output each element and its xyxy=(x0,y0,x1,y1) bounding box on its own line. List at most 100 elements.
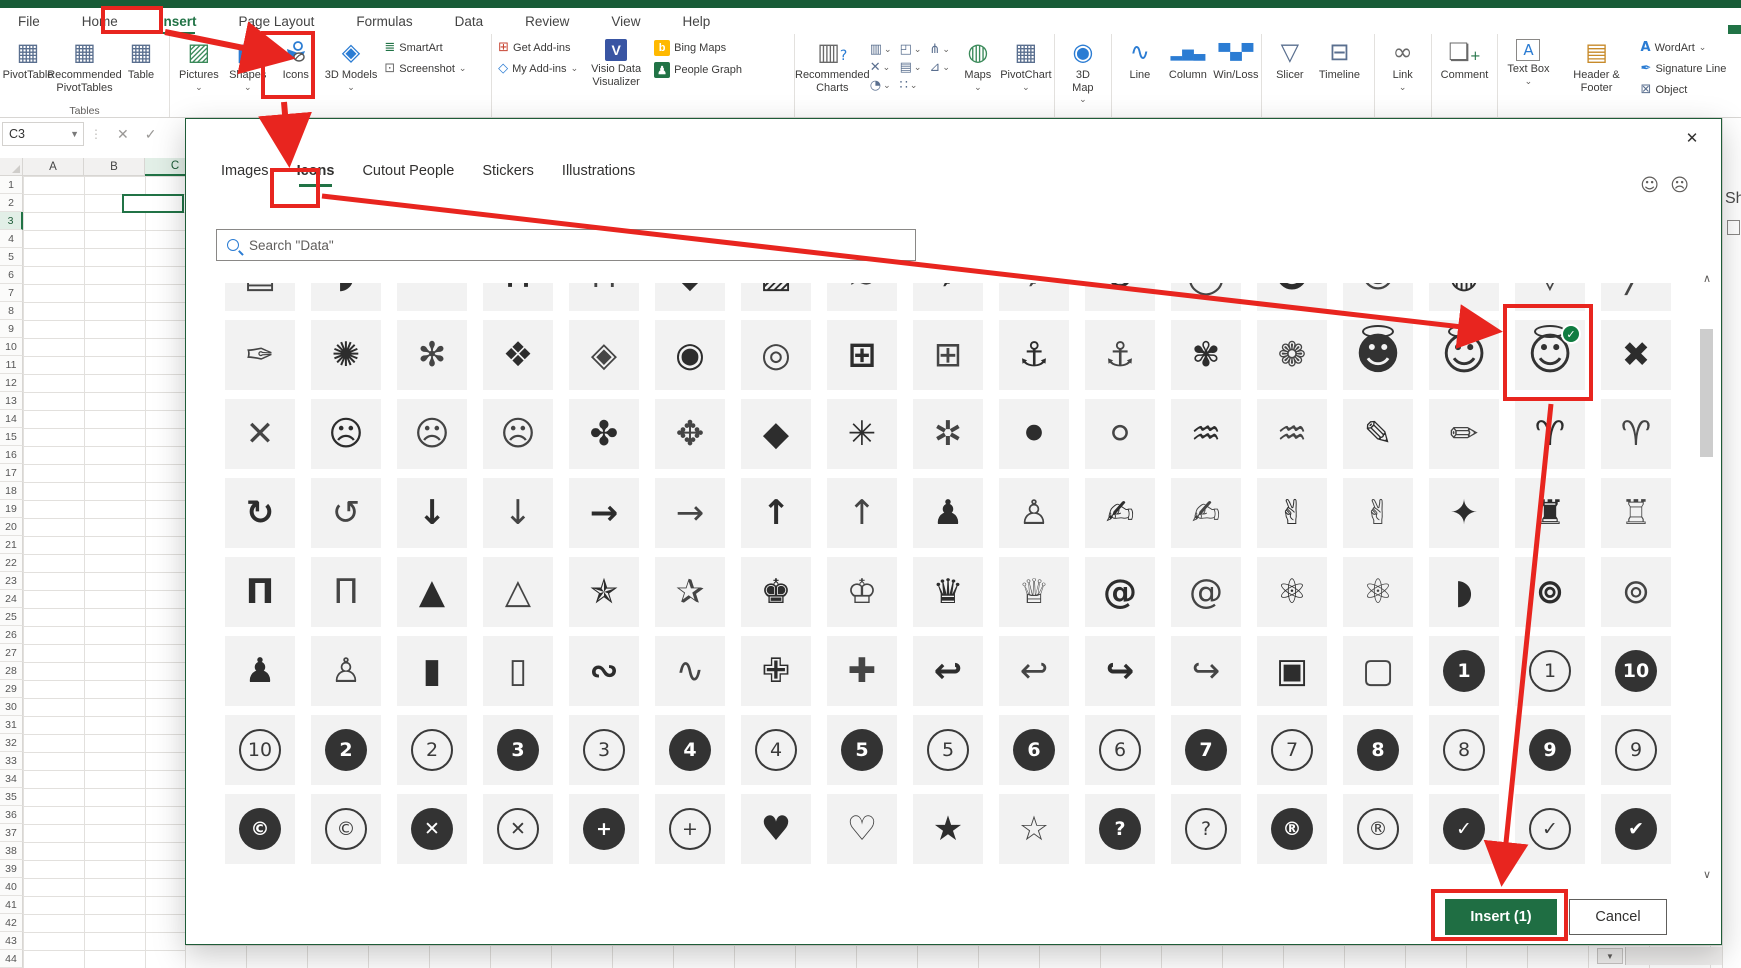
row-header-8[interactable]: 8 xyxy=(0,302,23,320)
formula-enter-icon[interactable]: ✓ xyxy=(145,126,157,143)
airplane-filled-partial-icon[interactable]: ✈ xyxy=(913,283,983,311)
row-header-32[interactable]: 32 xyxy=(0,734,23,752)
thread-partial-icon[interactable]: ✁ xyxy=(397,283,467,311)
arrow-back-filled-icon[interactable]: ↩ xyxy=(913,636,983,706)
row-header-43[interactable]: 43 xyxy=(0,932,23,950)
badge-7-filled-icon[interactable]: 7 xyxy=(1171,715,1241,785)
badge-9-filled-icon[interactable]: 9 xyxy=(1515,715,1585,785)
my-addins-button[interactable]: ◇ My Add-ins ⌄ xyxy=(498,61,578,76)
tab-file[interactable]: File xyxy=(12,10,46,33)
aperture-filled-icon[interactable]: ✳ xyxy=(827,399,897,469)
shapes-button[interactable]: ◧ Shapes ⌄ xyxy=(224,36,272,96)
badge-2-filled-icon[interactable]: 2 xyxy=(311,715,381,785)
row-header-17[interactable]: 17 xyxy=(0,464,23,482)
signature-line-button[interactable]: ✒ Signature Line xyxy=(1641,61,1727,76)
reaching-star-filled-icon[interactable]: ✯ xyxy=(569,557,639,627)
star-filled-icon[interactable]: ★ xyxy=(913,794,983,864)
row-header-38[interactable]: 38 xyxy=(0,842,23,860)
badge-4-filled-icon[interactable]: 4 xyxy=(655,715,725,785)
table-button[interactable]: ▦ Table xyxy=(117,36,165,85)
bridge-filled-partial-icon[interactable]: ⊓ xyxy=(483,283,553,311)
aries-filled-icon[interactable]: ♈ xyxy=(1515,399,1585,469)
wordart-button[interactable]: A WordArt ⌄ xyxy=(1641,40,1727,55)
badge-registered-outline-icon[interactable]: ® xyxy=(1343,794,1413,864)
avocado-filled-icon[interactable]: ⊚ xyxy=(1515,557,1585,627)
badge-6-filled-icon[interactable]: 6 xyxy=(999,715,1069,785)
row-header-11[interactable]: 11 xyxy=(0,356,23,374)
column-header-a[interactable]: A xyxy=(23,158,84,176)
dialog-tab-illustrations[interactable]: Illustrations xyxy=(562,163,635,187)
scroll-down-icon[interactable]: ∨ xyxy=(1699,865,1715,883)
row-header-27[interactable]: 27 xyxy=(0,644,23,662)
dialog-tab-icons[interactable]: Icons xyxy=(297,163,335,187)
row-header-41[interactable]: 41 xyxy=(0,896,23,914)
row-header-37[interactable]: 37 xyxy=(0,824,23,842)
pie-chart-type-icon[interactable]: ◔⌄ xyxy=(870,78,892,93)
architecture-outline-icon[interactable]: ✏ xyxy=(1429,399,1499,469)
text-box-button[interactable]: A Text Box ⌄ xyxy=(1502,36,1554,90)
onesie-outline-icon[interactable]: ✚ xyxy=(827,636,897,706)
arrow-forward-filled-icon[interactable]: ↪ xyxy=(1085,636,1155,706)
face-filled-partial-icon[interactable]: ☻ xyxy=(1257,283,1327,311)
selected-cell-c3[interactable] xyxy=(122,194,184,213)
scrollbar-thumb[interactable] xyxy=(1700,329,1713,457)
arrow-up-outline-icon[interactable]: ↑ xyxy=(827,478,897,548)
badge-copyright-outline-icon[interactable]: © xyxy=(311,794,381,864)
badge-question-filled-icon[interactable]: ? xyxy=(1085,794,1155,864)
at-symbol-outline-icon[interactable]: @ xyxy=(1171,557,1241,627)
row-header-2[interactable]: 2 xyxy=(0,194,23,212)
ring-filled-partial-icon[interactable]: ⊕ xyxy=(1085,283,1155,311)
badge-8-outline-icon[interactable]: 8 xyxy=(1429,715,1499,785)
row-header-15[interactable]: 15 xyxy=(0,428,23,446)
yarn-filled-icon[interactable]: ✺ xyxy=(311,320,381,390)
pivotchart-button[interactable]: ▦ PivotChart ⌄ xyxy=(1002,36,1050,96)
check-circle-filled-icon[interactable]: ✔ xyxy=(1601,794,1671,864)
angry-face-outline-icon[interactable]: ☹ xyxy=(397,399,467,469)
face-outline-partial-icon[interactable]: ☺ xyxy=(1343,283,1413,311)
dark-item-partial-icon[interactable]: ◗ xyxy=(311,283,381,311)
row-header-12[interactable]: 12 xyxy=(0,374,23,392)
badge-10-filled-icon[interactable]: 10 xyxy=(1601,636,1671,706)
button-filled-icon[interactable]: ◉ xyxy=(655,320,725,390)
row-header-19[interactable]: 19 xyxy=(0,500,23,518)
row-header-6[interactable]: 6 xyxy=(0,266,23,284)
row-header-42[interactable]: 42 xyxy=(0,914,23,932)
tab-view[interactable]: View xyxy=(605,10,646,33)
arrow-back-outline-icon[interactable]: ↩ xyxy=(999,636,1069,706)
row-header-40[interactable]: 40 xyxy=(0,878,23,896)
line-chart-type-icon[interactable]: ✕⌄ xyxy=(870,60,892,75)
artist-2-outline-icon[interactable]: ✌ xyxy=(1343,478,1413,548)
ant-outline-icon[interactable]: ✥ xyxy=(655,399,725,469)
tab-insert[interactable]: Insert xyxy=(154,10,203,33)
row-header-26[interactable]: 26 xyxy=(0,626,23,644)
reaching-star-outline-icon[interactable]: ✰ xyxy=(655,557,725,627)
sewing-box-partial-icon[interactable]: ▤ xyxy=(225,283,295,311)
angel-face-outline-selected-icon[interactable]: ☺✓ xyxy=(1515,320,1585,390)
sparkline-winloss-button[interactable]: ▀▄▀ Win/Loss xyxy=(1212,36,1260,85)
refresh-arrows-outline-icon[interactable]: ↺ xyxy=(311,478,381,548)
badge-10-outline-icon[interactable]: 10 xyxy=(225,715,295,785)
treemap-chart-type-icon[interactable]: ◰⌄ xyxy=(900,42,922,57)
pictures-button[interactable]: ▨ Pictures ⌄ xyxy=(174,36,224,96)
row-header-31[interactable]: 31 xyxy=(0,716,23,734)
arrow-down-filled-icon[interactable]: ↓ xyxy=(397,478,467,548)
sparkline-column-button[interactable]: ▂▅▃ Column xyxy=(1164,36,1212,85)
star-outline-icon[interactable]: ☆ xyxy=(999,794,1069,864)
angel-face-filled-icon[interactable]: ☻ xyxy=(1343,320,1413,390)
atom-filled-icon[interactable]: ⚛ xyxy=(1257,557,1327,627)
row-header-14[interactable]: 14 xyxy=(0,410,23,428)
icons-button[interactable]: Icons xyxy=(272,36,320,85)
row-header-21[interactable]: 21 xyxy=(0,536,23,554)
anchor-filled-icon[interactable]: ⚓ xyxy=(999,320,1069,390)
search-input[interactable] xyxy=(239,238,915,253)
badge-5-filled-icon[interactable]: 5 xyxy=(827,715,897,785)
torii-gate-filled-icon[interactable]: Π xyxy=(225,557,295,627)
object-button[interactable]: ⊠ Object xyxy=(1641,82,1727,97)
australia-map-filled-icon[interactable]: ◗ xyxy=(1429,557,1499,627)
button-outline-icon[interactable]: ◎ xyxy=(741,320,811,390)
badge-plus-filled-icon[interactable]: + xyxy=(569,794,639,864)
hierarchy-chart-type-icon[interactable]: ⋔⌄ xyxy=(929,42,949,57)
arrow-down-outline-icon[interactable]: ↓ xyxy=(483,478,553,548)
header-footer-button[interactable]: ▤ Header & Footer xyxy=(1555,36,1639,97)
row-header-7[interactable]: 7 xyxy=(0,284,23,302)
